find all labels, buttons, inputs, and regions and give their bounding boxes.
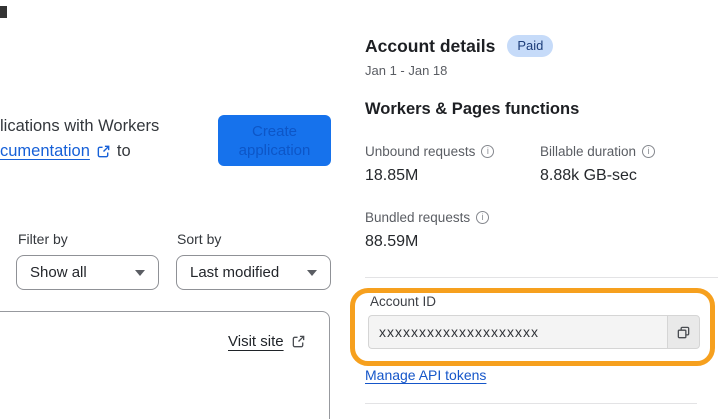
- unbound-requests-label: Unbound requests i: [365, 144, 495, 159]
- application-card: [0, 311, 330, 419]
- chevron-down-icon: [307, 269, 317, 276]
- copy-button[interactable]: [667, 315, 700, 349]
- screen-edge-artifact: [0, 6, 7, 18]
- unbound-requests-value: 18.85M: [365, 167, 419, 184]
- divider: [365, 403, 697, 404]
- paid-badge: Paid: [507, 35, 554, 57]
- intro-text-suffix: to: [116, 142, 131, 160]
- intro-text-line1: lications with Workers: [0, 117, 160, 135]
- metric-label-text: Bundled requests: [365, 210, 471, 225]
- bundled-requests-value: 88.59M: [365, 233, 419, 250]
- divider: [365, 277, 718, 278]
- info-icon[interactable]: i: [481, 145, 495, 158]
- copy-icon: [676, 325, 691, 340]
- sort-by-label: Sort by: [177, 231, 222, 247]
- account-details-title: Account details: [365, 35, 496, 56]
- billable-duration-label: Billable duration i: [540, 144, 656, 159]
- info-icon[interactable]: i: [642, 145, 656, 158]
- chevron-down-icon: [135, 269, 145, 276]
- account-id-input[interactable]: [368, 315, 667, 349]
- info-icon[interactable]: i: [476, 211, 490, 224]
- visit-site-link[interactable]: Visit site: [228, 333, 284, 350]
- sort-dropdown[interactable]: Last modified: [176, 255, 331, 290]
- create-application-button[interactable]: Create application: [218, 115, 331, 166]
- bundled-requests-label: Bundled requests i: [365, 210, 490, 225]
- dashboard-screen: lications with Workers cumentation to Cr…: [0, 0, 718, 419]
- intro-text-line2: cumentation to: [0, 142, 131, 161]
- documentation-link[interactable]: cumentation: [0, 142, 90, 161]
- external-link-icon: [291, 334, 306, 349]
- metric-label-text: Billable duration: [540, 144, 637, 159]
- account-id-label: Account ID: [370, 294, 437, 309]
- filter-by-label: Filter by: [18, 231, 68, 247]
- account-details-header: Account details Paid: [365, 35, 554, 57]
- filter-dropdown-value: Show all: [30, 264, 87, 281]
- sort-dropdown-value: Last modified: [190, 264, 280, 281]
- workers-pages-section-title: Workers & Pages functions: [365, 100, 580, 118]
- manage-api-tokens-link[interactable]: Manage API tokens: [365, 367, 486, 383]
- visit-site-row: Visit site: [228, 333, 306, 350]
- billable-duration-value: 8.88k GB-sec: [540, 167, 637, 184]
- date-range: Jan 1 - Jan 18: [365, 63, 448, 78]
- filter-dropdown[interactable]: Show all: [16, 255, 159, 290]
- external-link-icon: [96, 144, 111, 159]
- account-id-row: [368, 315, 700, 349]
- metric-label-text: Unbound requests: [365, 144, 476, 159]
